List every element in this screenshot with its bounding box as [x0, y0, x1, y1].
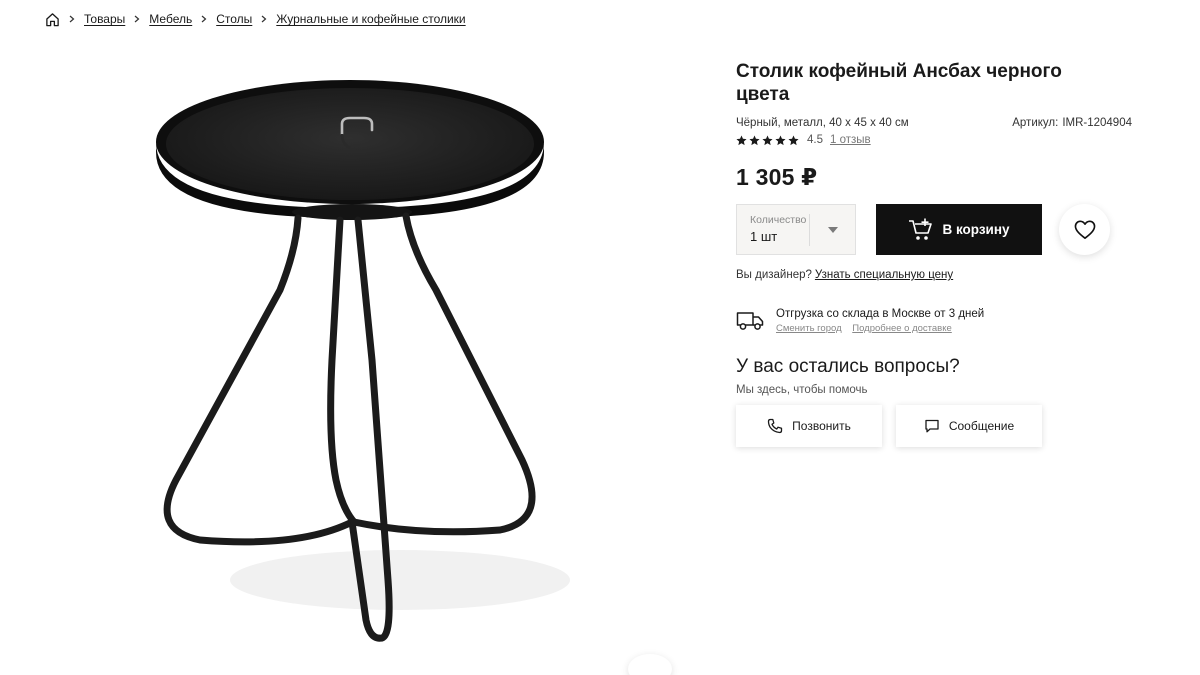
star-icon — [788, 134, 799, 145]
breadcrumb-link-furniture[interactable]: Мебель — [149, 12, 192, 26]
chevron-right-icon — [133, 14, 141, 24]
chevron-right-icon — [68, 14, 76, 24]
breadcrumb-link-coffee-tables[interactable]: Журнальные и кофейные столики — [276, 12, 465, 26]
quantity-divider — [809, 214, 810, 246]
support-subtitle: Мы здесь, чтобы помочь — [736, 384, 868, 396]
contact-buttons: Позвонить Сообщение — [736, 405, 1132, 447]
message-button[interactable]: Сообщение — [896, 405, 1042, 447]
product-image[interactable] — [120, 60, 590, 660]
delivery-details-link[interactable]: Подробнее о доставке — [852, 323, 952, 334]
chevron-right-icon — [200, 14, 208, 24]
sku-label: Артикул: — [1012, 117, 1059, 129]
home-icon[interactable] — [44, 11, 60, 27]
quantity-text: Количество 1 шт — [737, 205, 809, 254]
message-label: Сообщение — [948, 419, 1015, 433]
purchase-row: Количество 1 шт В корзину — [736, 204, 1132, 255]
call-button[interactable]: Позвонить — [736, 405, 882, 447]
breadcrumb-link-tables[interactable]: Столы — [216, 12, 252, 26]
product-title: Столик кофейный Ансбах черного цвета — [736, 61, 1062, 105]
quantity-value: 1 шт — [750, 229, 778, 244]
quantity-label: Количество — [750, 214, 807, 226]
gallery-scroll-button[interactable] — [628, 654, 672, 675]
support-title: У вас остались вопросы? — [736, 356, 960, 377]
caret-down-icon[interactable] — [823, 221, 843, 239]
add-to-cart-label: В корзину — [942, 222, 1010, 237]
sku-value: IMR-1204904 — [1062, 117, 1132, 129]
chevron-right-icon — [260, 14, 268, 24]
product-info: Столик кофейный Ансбах черного цвета Чёр… — [736, 60, 1132, 447]
designer-offer: Вы дизайнер? Узнать специальную цену — [736, 269, 1132, 281]
heart-icon — [1074, 220, 1095, 239]
product-price: 1 305 ₽ — [736, 164, 818, 190]
product-meta: Чёрный, металл, 40 х 45 х 40 см Артикул:… — [736, 117, 1132, 129]
chat-icon — [924, 418, 940, 434]
product-specs: Чёрный, металл, 40 х 45 х 40 см — [736, 117, 909, 129]
star-icon — [749, 134, 760, 145]
breadcrumb: Товары Мебель Столы Журнальные и кофейны… — [44, 10, 474, 28]
favorite-button[interactable] — [1059, 204, 1110, 255]
product-sku: Артикул: IMR-1204904 — [1012, 117, 1132, 129]
star-icon — [762, 134, 773, 145]
add-to-cart-button[interactable]: В корзину — [876, 204, 1042, 255]
rating-stars — [736, 134, 799, 146]
truck-icon — [736, 309, 764, 331]
rating: 4.5 1 отзыв — [736, 134, 1132, 146]
designer-text: Вы дизайнер? — [736, 269, 812, 281]
delivery-text: Отгрузка со склада в Москве от 3 дней — [776, 308, 985, 320]
delivery-info: Отгрузка со склада в Москве от 3 дней См… — [736, 308, 1132, 334]
change-city-link[interactable]: Сменить город — [776, 323, 842, 334]
cart-add-icon — [908, 218, 934, 242]
phone-icon — [767, 418, 783, 434]
rating-value: 4.5 — [807, 134, 823, 146]
designer-price-link[interactable]: Узнать специальную цену — [815, 269, 953, 281]
delivery-links: Сменить город Подробнее о доставке — [776, 323, 984, 334]
quantity-select[interactable]: Количество 1 шт — [736, 204, 856, 255]
star-icon — [736, 134, 747, 145]
call-label: Позвонить — [792, 419, 851, 433]
star-icon — [775, 134, 786, 145]
breadcrumb-link-goods[interactable]: Товары — [84, 12, 125, 26]
reviews-link[interactable]: 1 отзыв — [830, 134, 871, 146]
